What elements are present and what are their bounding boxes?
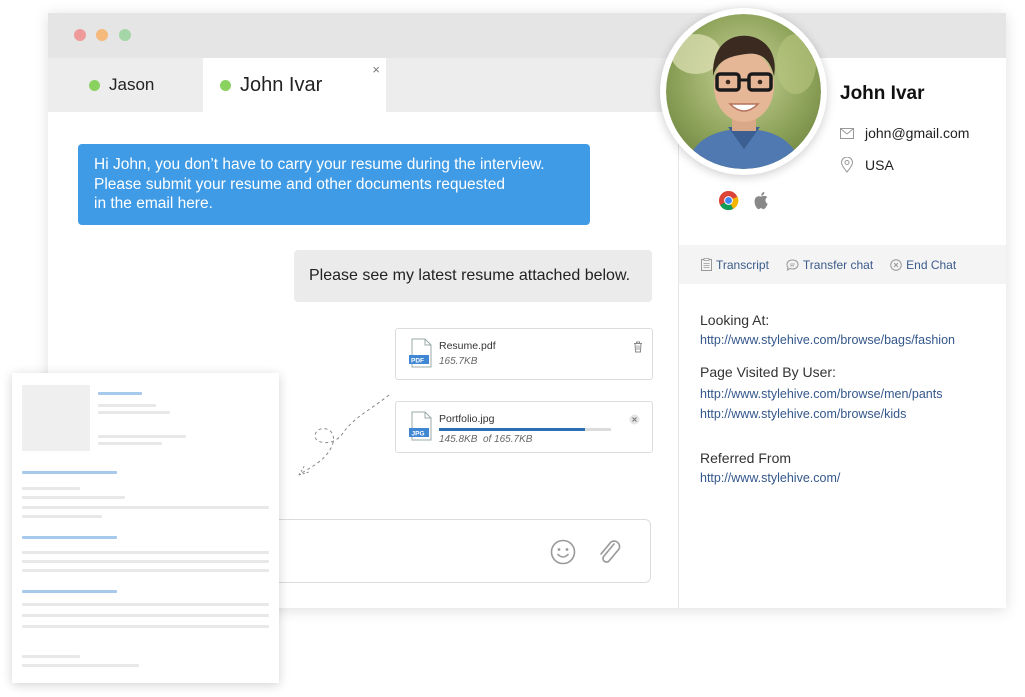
- attachment-card-resume[interactable]: PDF Resume.pdf 165.7KB: [395, 328, 653, 380]
- resume-line: [22, 536, 117, 539]
- apple-icon: [754, 191, 768, 210]
- profile-avatar: [660, 8, 827, 175]
- resume-line: [22, 569, 269, 572]
- visited-link[interactable]: http://www.stylehive.com/browse/men/pant…: [700, 387, 942, 401]
- minimize-window-button[interactable]: [96, 29, 108, 41]
- resume-photo-placeholder: [22, 385, 90, 451]
- close-icon[interactable]: ×: [372, 62, 380, 77]
- looking-at-link[interactable]: http://www.stylehive.com/browse/bags/fas…: [700, 333, 955, 347]
- cancel-upload-icon[interactable]: [629, 414, 640, 425]
- email-text: john@gmail.com: [865, 125, 970, 141]
- close-window-button[interactable]: [74, 29, 86, 41]
- message-line: Please submit your resume and other docu…: [94, 175, 505, 193]
- visited-link[interactable]: http://www.stylehive.com/browse/kids: [700, 407, 906, 421]
- transcript-label: Transcript: [716, 257, 769, 272]
- incoming-message: Hi John, you don’t have to carry your re…: [78, 144, 590, 225]
- tab-label: Jason: [109, 75, 155, 94]
- location-pin-icon: [840, 157, 854, 173]
- envelope-icon: [840, 127, 854, 139]
- maximize-window-button[interactable]: [119, 29, 131, 41]
- outgoing-message: Please see my latest resume attached bel…: [294, 250, 652, 302]
- file-type-label: PDF: [411, 358, 424, 365]
- resume-line: [22, 487, 80, 490]
- transfer-chat-button[interactable]: Transfer chat: [786, 258, 873, 272]
- close-circle-icon: [890, 258, 902, 271]
- resume-line: [22, 496, 125, 499]
- pdf-file-icon: PDF: [409, 338, 432, 368]
- file-type-label: JPG: [412, 431, 425, 438]
- file-size: 165.7KB: [439, 356, 478, 367]
- upload-progress-fill: [439, 428, 586, 431]
- chat-actions-bar: Transcript Transfer chat End Chat: [679, 245, 1006, 284]
- resume-line: [22, 603, 269, 606]
- upload-status: 145.8KB of 165.7KB: [439, 434, 532, 445]
- avatar-image: [666, 14, 821, 169]
- message-line: in the email here.: [94, 195, 213, 212]
- visitor-platform-icons: [718, 190, 783, 211]
- chat-bubble-icon: [786, 258, 799, 271]
- chat-tabs: Jason John Ivar ×: [48, 58, 678, 112]
- resume-line: [98, 404, 156, 407]
- trash-icon[interactable]: [633, 341, 643, 353]
- title-bar: [48, 13, 1006, 58]
- resume-line: [22, 551, 269, 554]
- resume-line: [22, 664, 139, 667]
- resume-line: [22, 625, 269, 628]
- paperclip-icon[interactable]: [596, 538, 624, 566]
- resume-line: [22, 614, 269, 617]
- location-text: USA: [865, 157, 894, 173]
- resume-line: [22, 655, 80, 658]
- attachment-card-portfolio[interactable]: JPG Portfolio.jpg 145.8KB of 165.7KB: [395, 401, 653, 453]
- resume-line: [22, 560, 269, 563]
- profile-email: john@gmail.com: [840, 125, 969, 141]
- file-name: Resume.pdf: [439, 340, 496, 352]
- online-status-icon: [220, 79, 231, 91]
- file-name: Portfolio.jpg: [439, 413, 495, 425]
- resume-line: [98, 442, 162, 445]
- message-line: Hi John, you don’t have to carry your re…: [94, 156, 545, 173]
- resume-line: [98, 392, 142, 395]
- dashed-drag-path: [298, 394, 390, 476]
- resume-line: [98, 411, 170, 414]
- tab-jason[interactable]: Jason: [48, 58, 203, 112]
- tab-label: John Ivar: [240, 73, 323, 96]
- upload-progress-bar: [439, 428, 611, 431]
- profile-name: John Ivar: [840, 83, 925, 104]
- tab-strip-empty: [386, 58, 678, 112]
- looking-at-label: Looking At:: [700, 312, 770, 328]
- transfer-label: Transfer chat: [802, 257, 874, 272]
- message-input[interactable]: [261, 519, 651, 583]
- transcript-button[interactable]: Transcript: [701, 258, 769, 272]
- resume-line: [22, 590, 117, 593]
- online-status-icon: [89, 79, 100, 91]
- clipboard-icon: [701, 258, 712, 271]
- total-size: of 165.7KB: [482, 434, 533, 445]
- emoji-icon[interactable]: [550, 539, 576, 565]
- resume-line: [98, 435, 186, 438]
- resume-line: [22, 471, 117, 474]
- referred-label: Referred From: [700, 450, 792, 466]
- uploaded-size: 145.8KB: [439, 434, 478, 445]
- jpg-file-icon: JPG: [409, 411, 432, 441]
- end-chat-button[interactable]: End Chat: [890, 258, 956, 272]
- resume-line: [22, 515, 102, 518]
- end-chat-label: End Chat: [906, 257, 957, 272]
- resume-line: [22, 506, 269, 509]
- referred-link[interactable]: http://www.stylehive.com/: [700, 471, 840, 485]
- message-text: Please see my latest resume attached bel…: [309, 267, 631, 284]
- chrome-icon: [718, 190, 739, 211]
- tab-john-ivar[interactable]: John Ivar ×: [203, 58, 386, 112]
- profile-location: USA: [840, 157, 894, 173]
- visited-label: Page Visited By User:: [700, 364, 836, 380]
- resume-document-preview: [12, 373, 279, 683]
